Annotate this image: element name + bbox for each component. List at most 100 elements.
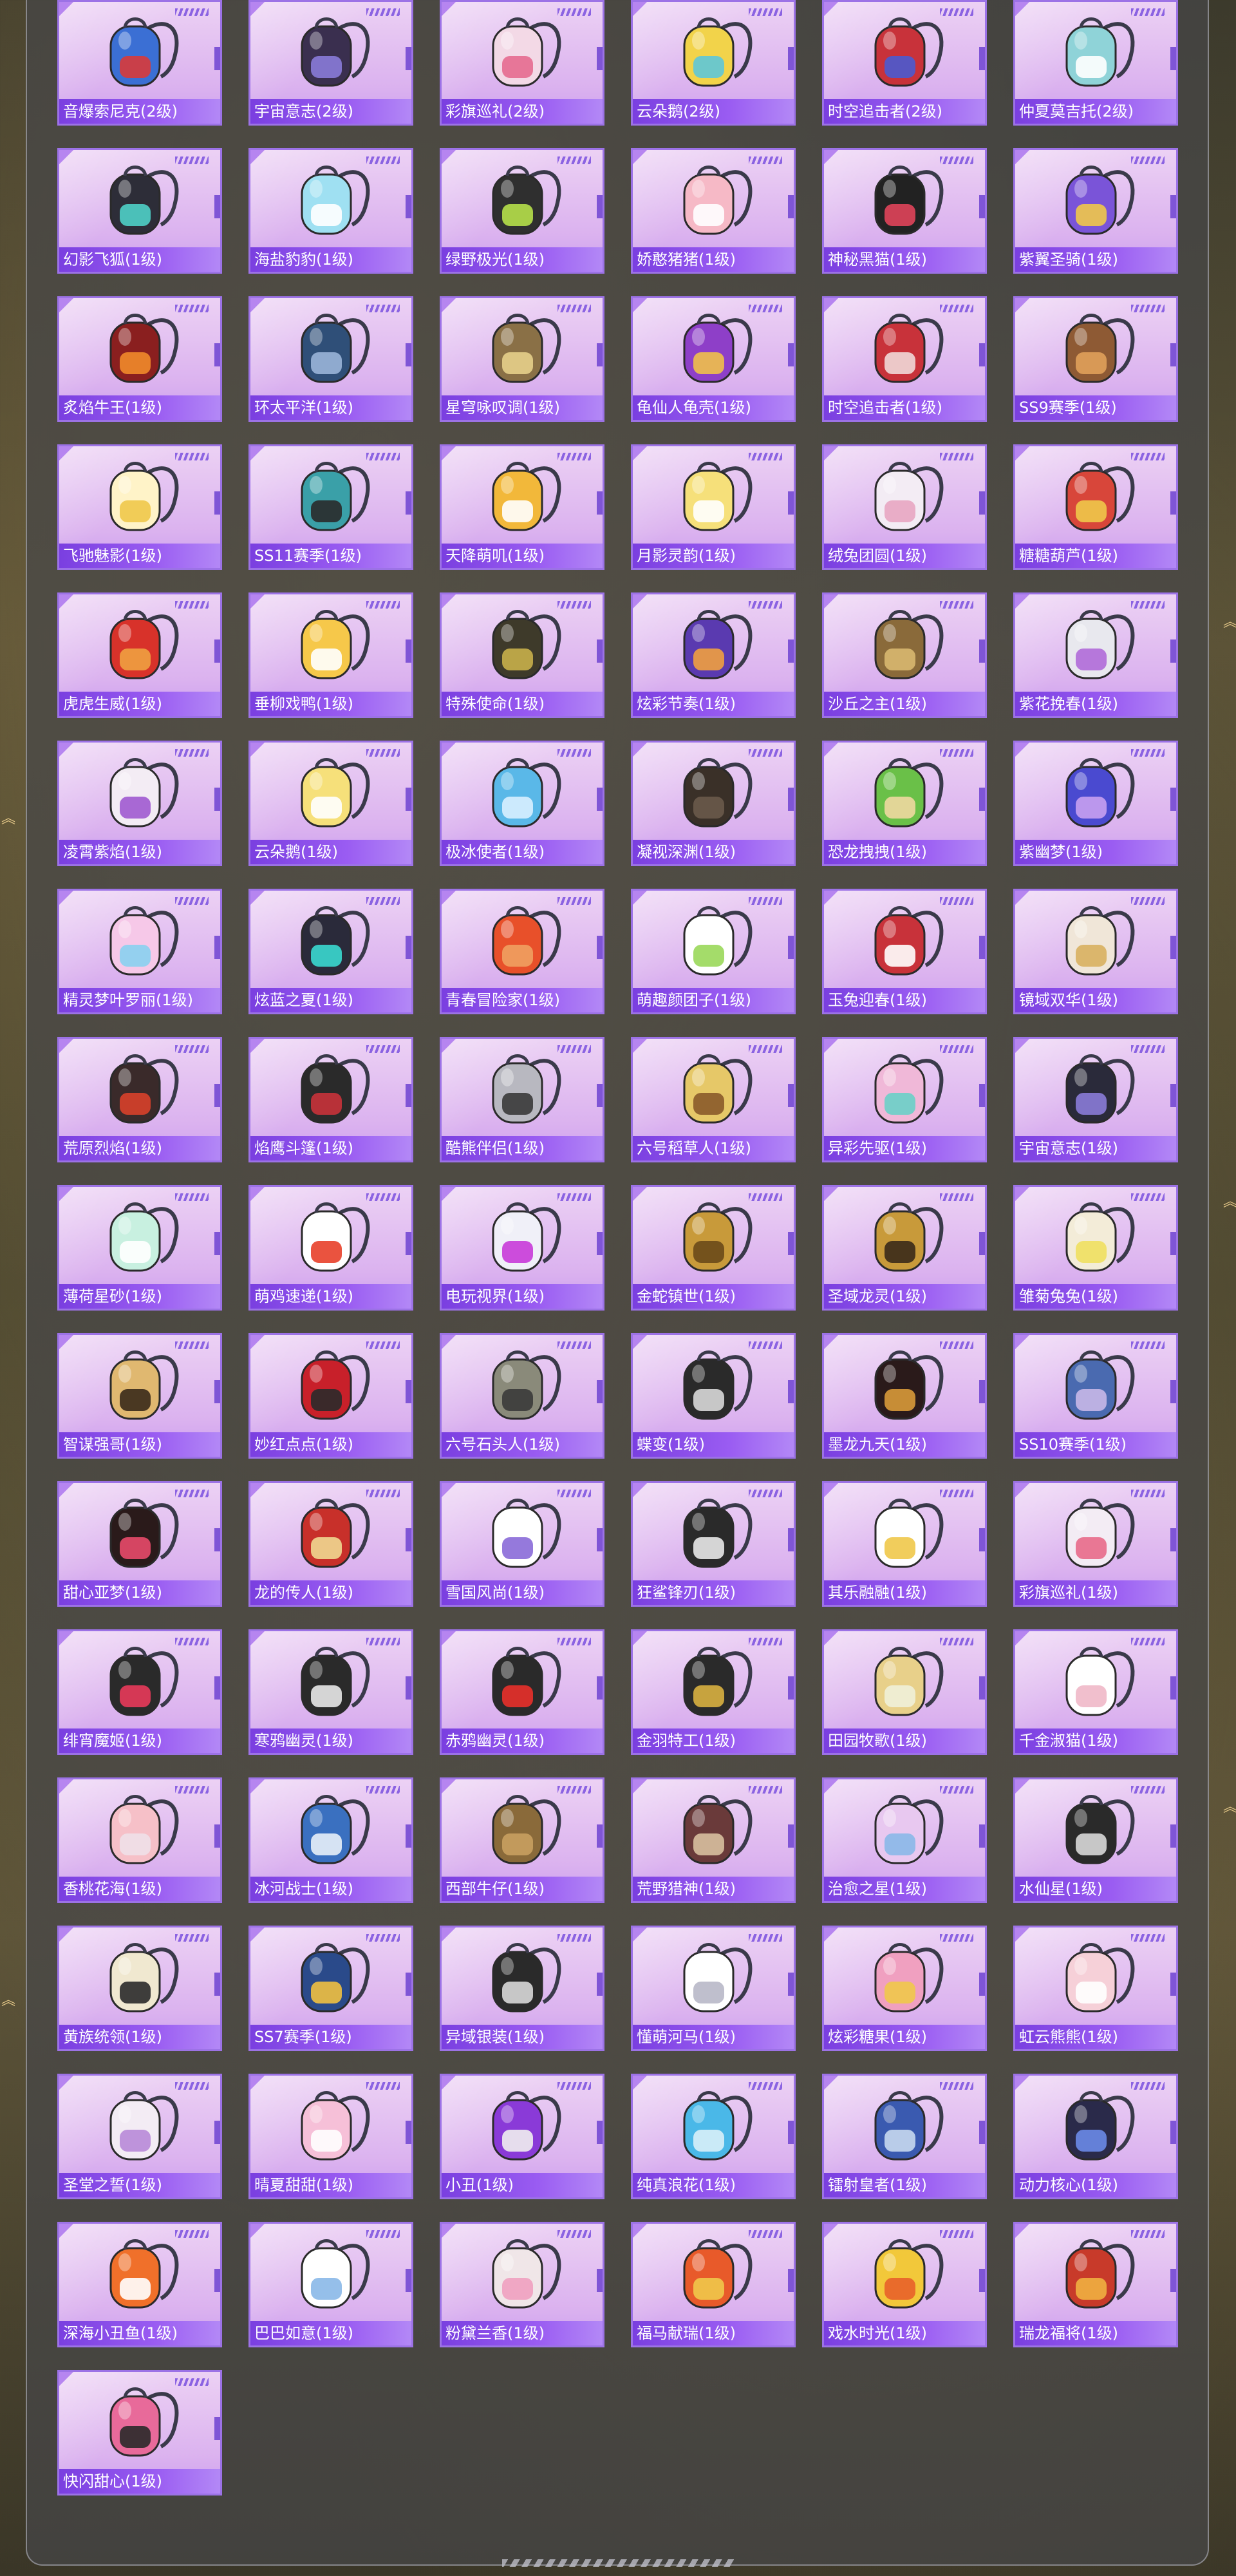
backpack-card[interactable]: 沙丘之主(1级) [822,592,987,718]
backpack-card[interactable]: 六号稻草人(1级) [631,1037,796,1162]
backpack-card[interactable]: 金蛇镇世(1级) [631,1185,796,1311]
backpack-card[interactable]: 雪国风尚(1级) [440,1481,604,1607]
backpack-card[interactable]: 福马献瑞(1级) [631,2222,796,2347]
backpack-card[interactable]: 娇憨猪猪(1级) [631,148,796,274]
backpack-card[interactable]: 宇宙意志(2级) [248,0,413,126]
backpack-card[interactable]: 极冰使者(1级) [440,741,604,866]
backpack-card[interactable]: 彩旗巡礼(1级) [1013,1481,1178,1607]
backpack-card[interactable]: 瑞龙福将(1级) [1013,2222,1178,2347]
backpack-card[interactable]: 玉兔迎春(1级) [822,889,987,1014]
backpack-card[interactable]: 狂鲨锋刃(1级) [631,1481,796,1607]
backpack-card[interactable]: 恐龙拽拽(1级) [822,741,987,866]
backpack-card[interactable]: 智谋强哥(1级) [57,1333,222,1459]
backpack-card[interactable]: 千金淑猫(1级) [1013,1629,1178,1755]
backpack-card[interactable]: 其乐融融(1级) [822,1481,987,1607]
backpack-card[interactable]: 炫彩节奏(1级) [631,592,796,718]
backpack-card[interactable]: 快闪甜心(1级) [57,2370,222,2496]
backpack-card[interactable]: 酷熊伴侣(1级) [440,1037,604,1162]
backpack-card[interactable]: 云朵鹅(2级) [631,0,796,126]
backpack-card[interactable]: 动力核心(1级) [1013,2074,1178,2199]
backpack-card[interactable]: 龟仙人龟壳(1级) [631,296,796,422]
backpack-card[interactable]: 时空追击者(2级) [822,0,987,126]
backpack-card[interactable]: 虎虎生威(1级) [57,592,222,718]
backpack-card[interactable]: 炙焰牛王(1级) [57,296,222,422]
backpack-card[interactable]: 时空追击者(1级) [822,296,987,422]
backpack-card[interactable]: 虹云熊熊(1级) [1013,1926,1178,2051]
backpack-card[interactable]: 龙的传人(1级) [248,1481,413,1607]
backpack-card[interactable]: 田园牧歌(1级) [822,1629,987,1755]
backpack-card[interactable]: 晴夏甜甜(1级) [248,2074,413,2199]
backpack-card[interactable]: 荒原烈焰(1级) [57,1037,222,1162]
backpack-card[interactable]: 金羽特工(1级) [631,1629,796,1755]
backpack-card[interactable]: 西部牛仔(1级) [440,1777,604,1903]
backpack-card[interactable]: 紫翼圣骑(1级) [1013,148,1178,274]
backpack-card[interactable]: 彩旗巡礼(2级) [440,0,604,126]
backpack-card[interactable]: 冰河战士(1级) [248,1777,413,1903]
backpack-card[interactable]: 圣域龙灵(1级) [822,1185,987,1311]
backpack-card[interactable]: 仲夏莫吉托(2级) [1013,0,1178,126]
backpack-card[interactable]: 纯真浪花(1级) [631,2074,796,2199]
backpack-card[interactable]: 凝视深渊(1级) [631,741,796,866]
backpack-card[interactable]: 荒野猎神(1级) [631,1777,796,1903]
backpack-card[interactable]: 甜心亚梦(1级) [57,1481,222,1607]
backpack-card[interactable]: 幻影飞狐(1级) [57,148,222,274]
backpack-card[interactable]: 薄荷星砂(1级) [57,1185,222,1311]
backpack-card[interactable]: 宇宙意志(1级) [1013,1037,1178,1162]
backpack-card[interactable]: 糖糖葫芦(1级) [1013,444,1178,570]
backpack-card[interactable]: 环太平洋(1级) [248,296,413,422]
backpack-card[interactable]: 青春冒险家(1级) [440,889,604,1014]
backpack-card[interactable]: 炫蓝之夏(1级) [248,889,413,1014]
backpack-card[interactable]: 焰鹰斗篷(1级) [248,1037,413,1162]
backpack-card[interactable]: 凌霄紫焰(1级) [57,741,222,866]
backpack-card[interactable]: 垂柳戏鸭(1级) [248,592,413,718]
backpack-card[interactable]: 香桃花海(1级) [57,1777,222,1903]
backpack-card[interactable]: 萌鸡速递(1级) [248,1185,413,1311]
backpack-card[interactable]: 星穹咏叹调(1级) [440,296,604,422]
backpack-card[interactable]: 懂萌河马(1级) [631,1926,796,2051]
backpack-card[interactable]: 紫花挽春(1级) [1013,592,1178,718]
backpack-card[interactable]: 紫幽梦(1级) [1013,741,1178,866]
card-corner-decoration [59,2224,73,2238]
backpack-card[interactable]: 戏水时光(1级) [822,2222,987,2347]
backpack-card[interactable]: 治愈之星(1级) [822,1777,987,1903]
backpack-card[interactable]: 月影灵韵(1级) [631,444,796,570]
backpack-icon [1065,17,1135,87]
backpack-card[interactable]: 墨龙九天(1级) [822,1333,987,1459]
backpack-card[interactable]: 寒鸦幽灵(1级) [248,1629,413,1755]
backpack-card[interactable]: 水仙星(1级) [1013,1777,1178,1903]
backpack-card[interactable]: 精灵梦叶罗丽(1级) [57,889,222,1014]
backpack-card[interactable]: 蝶变(1级) [631,1333,796,1459]
backpack-card[interactable]: 粉黛兰香(1级) [440,2222,604,2347]
backpack-card[interactable]: 异域银装(1级) [440,1926,604,2051]
backpack-card[interactable]: SS9赛季(1级) [1013,296,1178,422]
backpack-card[interactable]: 妙红点点(1级) [248,1333,413,1459]
backpack-card[interactable]: 萌趣颜团子(1级) [631,889,796,1014]
backpack-card[interactable]: 圣堂之誓(1级) [57,2074,222,2199]
backpack-card[interactable]: SS11赛季(1级) [248,444,413,570]
backpack-card[interactable]: 六号石头人(1级) [440,1333,604,1459]
backpack-card[interactable]: 巴巴如意(1级) [248,2222,413,2347]
backpack-card[interactable]: 特殊使命(1级) [440,592,604,718]
backpack-card[interactable]: 异彩先驱(1级) [822,1037,987,1162]
backpack-icon [683,166,753,235]
backpack-card[interactable]: 绒兔团圆(1级) [822,444,987,570]
backpack-card[interactable]: 绯宵魔姬(1级) [57,1629,222,1755]
backpack-card[interactable]: 镜域双华(1级) [1013,889,1178,1014]
backpack-card[interactable]: 镭射皇者(1级) [822,2074,987,2199]
backpack-card[interactable]: 小丑(1级) [440,2074,604,2199]
backpack-card[interactable]: 电玩视界(1级) [440,1185,604,1311]
backpack-card[interactable]: 飞驰魅影(1级) [57,444,222,570]
backpack-card[interactable]: 绿野极光(1级) [440,148,604,274]
backpack-card[interactable]: 深海小丑鱼(1级) [57,2222,222,2347]
backpack-card[interactable]: SS10赛季(1级) [1013,1333,1178,1459]
backpack-card[interactable]: 海盐豹豹(1级) [248,148,413,274]
backpack-card[interactable]: 雏菊兔兔(1级) [1013,1185,1178,1311]
backpack-card[interactable]: 天降萌叽(1级) [440,444,604,570]
backpack-card[interactable]: 黄族统领(1级) [57,1926,222,2051]
backpack-card[interactable]: 音爆索尼克(2级) [57,0,222,126]
backpack-card[interactable]: 云朵鹅(1级) [248,741,413,866]
backpack-card[interactable]: 赤鸦幽灵(1级) [440,1629,604,1755]
backpack-card[interactable]: 炫彩糖果(1级) [822,1926,987,2051]
backpack-card[interactable]: SS7赛季(1级) [248,1926,413,2051]
backpack-card[interactable]: 神秘黑猫(1级) [822,148,987,274]
